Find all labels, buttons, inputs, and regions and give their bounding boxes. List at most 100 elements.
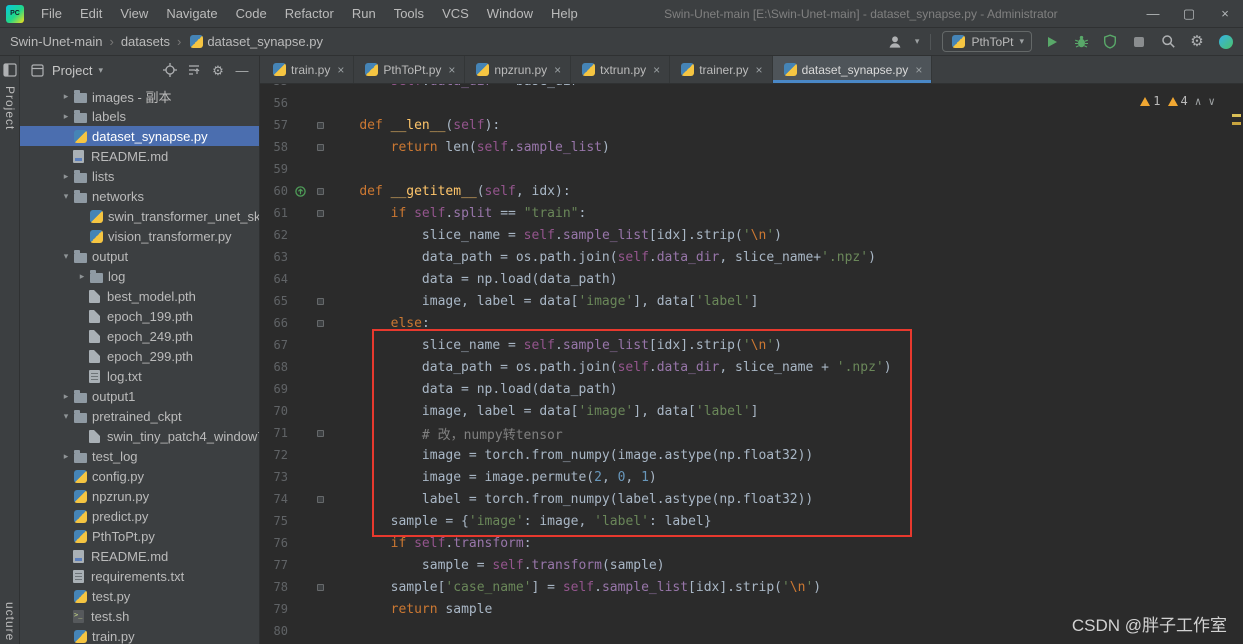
close-button[interactable]: × [1207,0,1243,28]
tree-item[interactable]: ▸ output1 [20,386,259,406]
line-number[interactable]: 55 [260,84,288,88]
fold-marker-icon[interactable] [312,121,328,129]
run-button[interactable] [1043,33,1061,51]
line-number[interactable]: 73 [260,470,288,484]
menu-tools[interactable]: Tools [385,6,433,21]
close-icon[interactable]: × [448,63,455,77]
tree-item[interactable]: epoch_249.pth [20,326,259,346]
tree-item[interactable]: ▸ labels [20,106,259,126]
line-number[interactable]: 61 [260,206,288,220]
chevron-expanded-icon[interactable]: ▾ [60,191,72,202]
chevron-collapsed-icon[interactable]: ▸ [76,271,88,282]
tree-item[interactable]: predict.py [20,506,259,526]
tree-item[interactable]: ▸ log [20,266,259,286]
next-problem-icon[interactable]: ∨ [1208,95,1215,108]
coverage-button[interactable] [1101,33,1119,51]
minimize-button[interactable]: — [1135,0,1171,28]
line-number[interactable]: 79 [260,602,288,616]
line-number[interactable]: 75 [260,514,288,528]
line-number[interactable]: 63 [260,250,288,264]
chevron-collapsed-icon[interactable]: ▸ [60,451,72,462]
close-icon[interactable]: × [337,63,344,77]
tree-item[interactable]: README.md [20,546,259,566]
fold-marker-icon[interactable] [312,209,328,217]
line-number[interactable]: 65 [260,294,288,308]
fold-marker-icon[interactable] [312,495,328,503]
line-number[interactable]: 57 [260,118,288,132]
line-number[interactable]: 68 [260,360,288,374]
menu-navigate[interactable]: Navigate [157,6,226,21]
fold-marker-icon[interactable] [312,319,328,327]
menu-run[interactable]: Run [343,6,385,21]
tree-item[interactable]: epoch_299.pth [20,346,259,366]
chevron-expanded-icon[interactable]: ▾ [60,251,72,262]
sphere-icon[interactable] [1217,33,1235,51]
tree-item[interactable]: best_model.pth [20,286,259,306]
locate-file-button[interactable] [161,61,179,79]
chevron-collapsed-icon[interactable]: ▸ [60,111,72,122]
menu-code[interactable]: Code [227,6,276,21]
previous-problem-icon[interactable]: ∧ [1195,95,1202,108]
editor-tab[interactable]: trainer.py × [670,56,773,83]
override-method-icon[interactable] [288,185,312,197]
tree-item[interactable]: npzrun.py [20,486,259,506]
debug-button[interactable] [1072,33,1090,51]
tree-item[interactable]: vision_transformer.py [20,226,259,246]
code-area[interactable]: 55 self.data_dir = base_dir 56 57 def __le… [260,84,1243,644]
tree-item[interactable]: ▾ output [20,246,259,266]
line-number[interactable]: 71 [260,426,288,440]
tree-item[interactable]: epoch_199.pth [20,306,259,326]
chevron-collapsed-icon[interactable]: ▸ [60,91,72,102]
editor-tab[interactable]: PthToPt.py × [354,56,466,83]
tool-button-project[interactable]: Project [3,86,17,130]
fold-marker-icon[interactable] [312,429,328,437]
chevron-collapsed-icon[interactable]: ▸ [60,171,72,182]
tree-item[interactable]: ▸ test_log [20,446,259,466]
menu-window[interactable]: Window [478,6,542,21]
inspections-widget[interactable]: 1 4 ∧ ∨ [1140,94,1215,108]
maximize-button[interactable]: ▢ [1171,0,1207,28]
tree-item[interactable]: ▾ networks [20,186,259,206]
line-number[interactable]: 62 [260,228,288,242]
menu-file[interactable]: File [32,6,71,21]
fold-marker-icon[interactable] [312,297,328,305]
close-icon[interactable]: × [756,63,763,77]
project-view-selector-icon[interactable] [28,61,46,79]
fold-marker-icon[interactable] [312,143,328,151]
menu-help[interactable]: Help [542,6,587,21]
tree-item[interactable]: dataset_synapse.py [20,126,259,146]
line-number[interactable]: 74 [260,492,288,506]
line-number[interactable]: 80 [260,624,288,638]
project-tool-icon[interactable] [3,63,17,80]
stop-button[interactable] [1130,33,1148,51]
run-config-select[interactable]: PthToPt ▾ [942,31,1032,52]
tree-item[interactable]: ▾ pretrained_ckpt [20,406,259,426]
line-number[interactable]: 67 [260,338,288,352]
tree-item[interactable]: README.md [20,146,259,166]
menu-edit[interactable]: Edit [71,6,111,21]
close-icon[interactable]: × [554,63,561,77]
search-icon[interactable] [1159,33,1177,51]
chevron-collapsed-icon[interactable]: ▸ [60,391,72,402]
breadcrumb-item[interactable]: dataset_synapse.py [186,34,325,49]
tree-item[interactable]: swin_transformer_unet_skip [20,206,259,226]
line-number[interactable]: 58 [260,140,288,154]
tree-item[interactable]: requirements.txt [20,566,259,586]
project-panel-title[interactable]: Project [52,63,92,78]
line-number[interactable]: 59 [260,162,288,176]
line-number[interactable]: 77 [260,558,288,572]
fold-marker-icon[interactable] [312,187,328,195]
breadcrumb-item[interactable]: datasets [119,34,172,49]
chevron-expanded-icon[interactable]: ▾ [60,411,72,422]
user-icon[interactable] [886,33,904,51]
tree-item[interactable]: ▸ images - 副本 [20,86,259,106]
settings-gear-icon[interactable]: ⚙ [1188,33,1206,51]
fold-marker-icon[interactable] [312,583,328,591]
collapse-all-button[interactable] [185,61,203,79]
close-icon[interactable]: × [653,63,660,77]
menu-vcs[interactable]: VCS [433,6,478,21]
panel-settings-gear-icon[interactable]: ⚙ [209,61,227,79]
tree-item[interactable]: ▸ lists [20,166,259,186]
line-number[interactable]: 70 [260,404,288,418]
breadcrumb-item[interactable]: Swin-Unet-main [8,34,104,49]
